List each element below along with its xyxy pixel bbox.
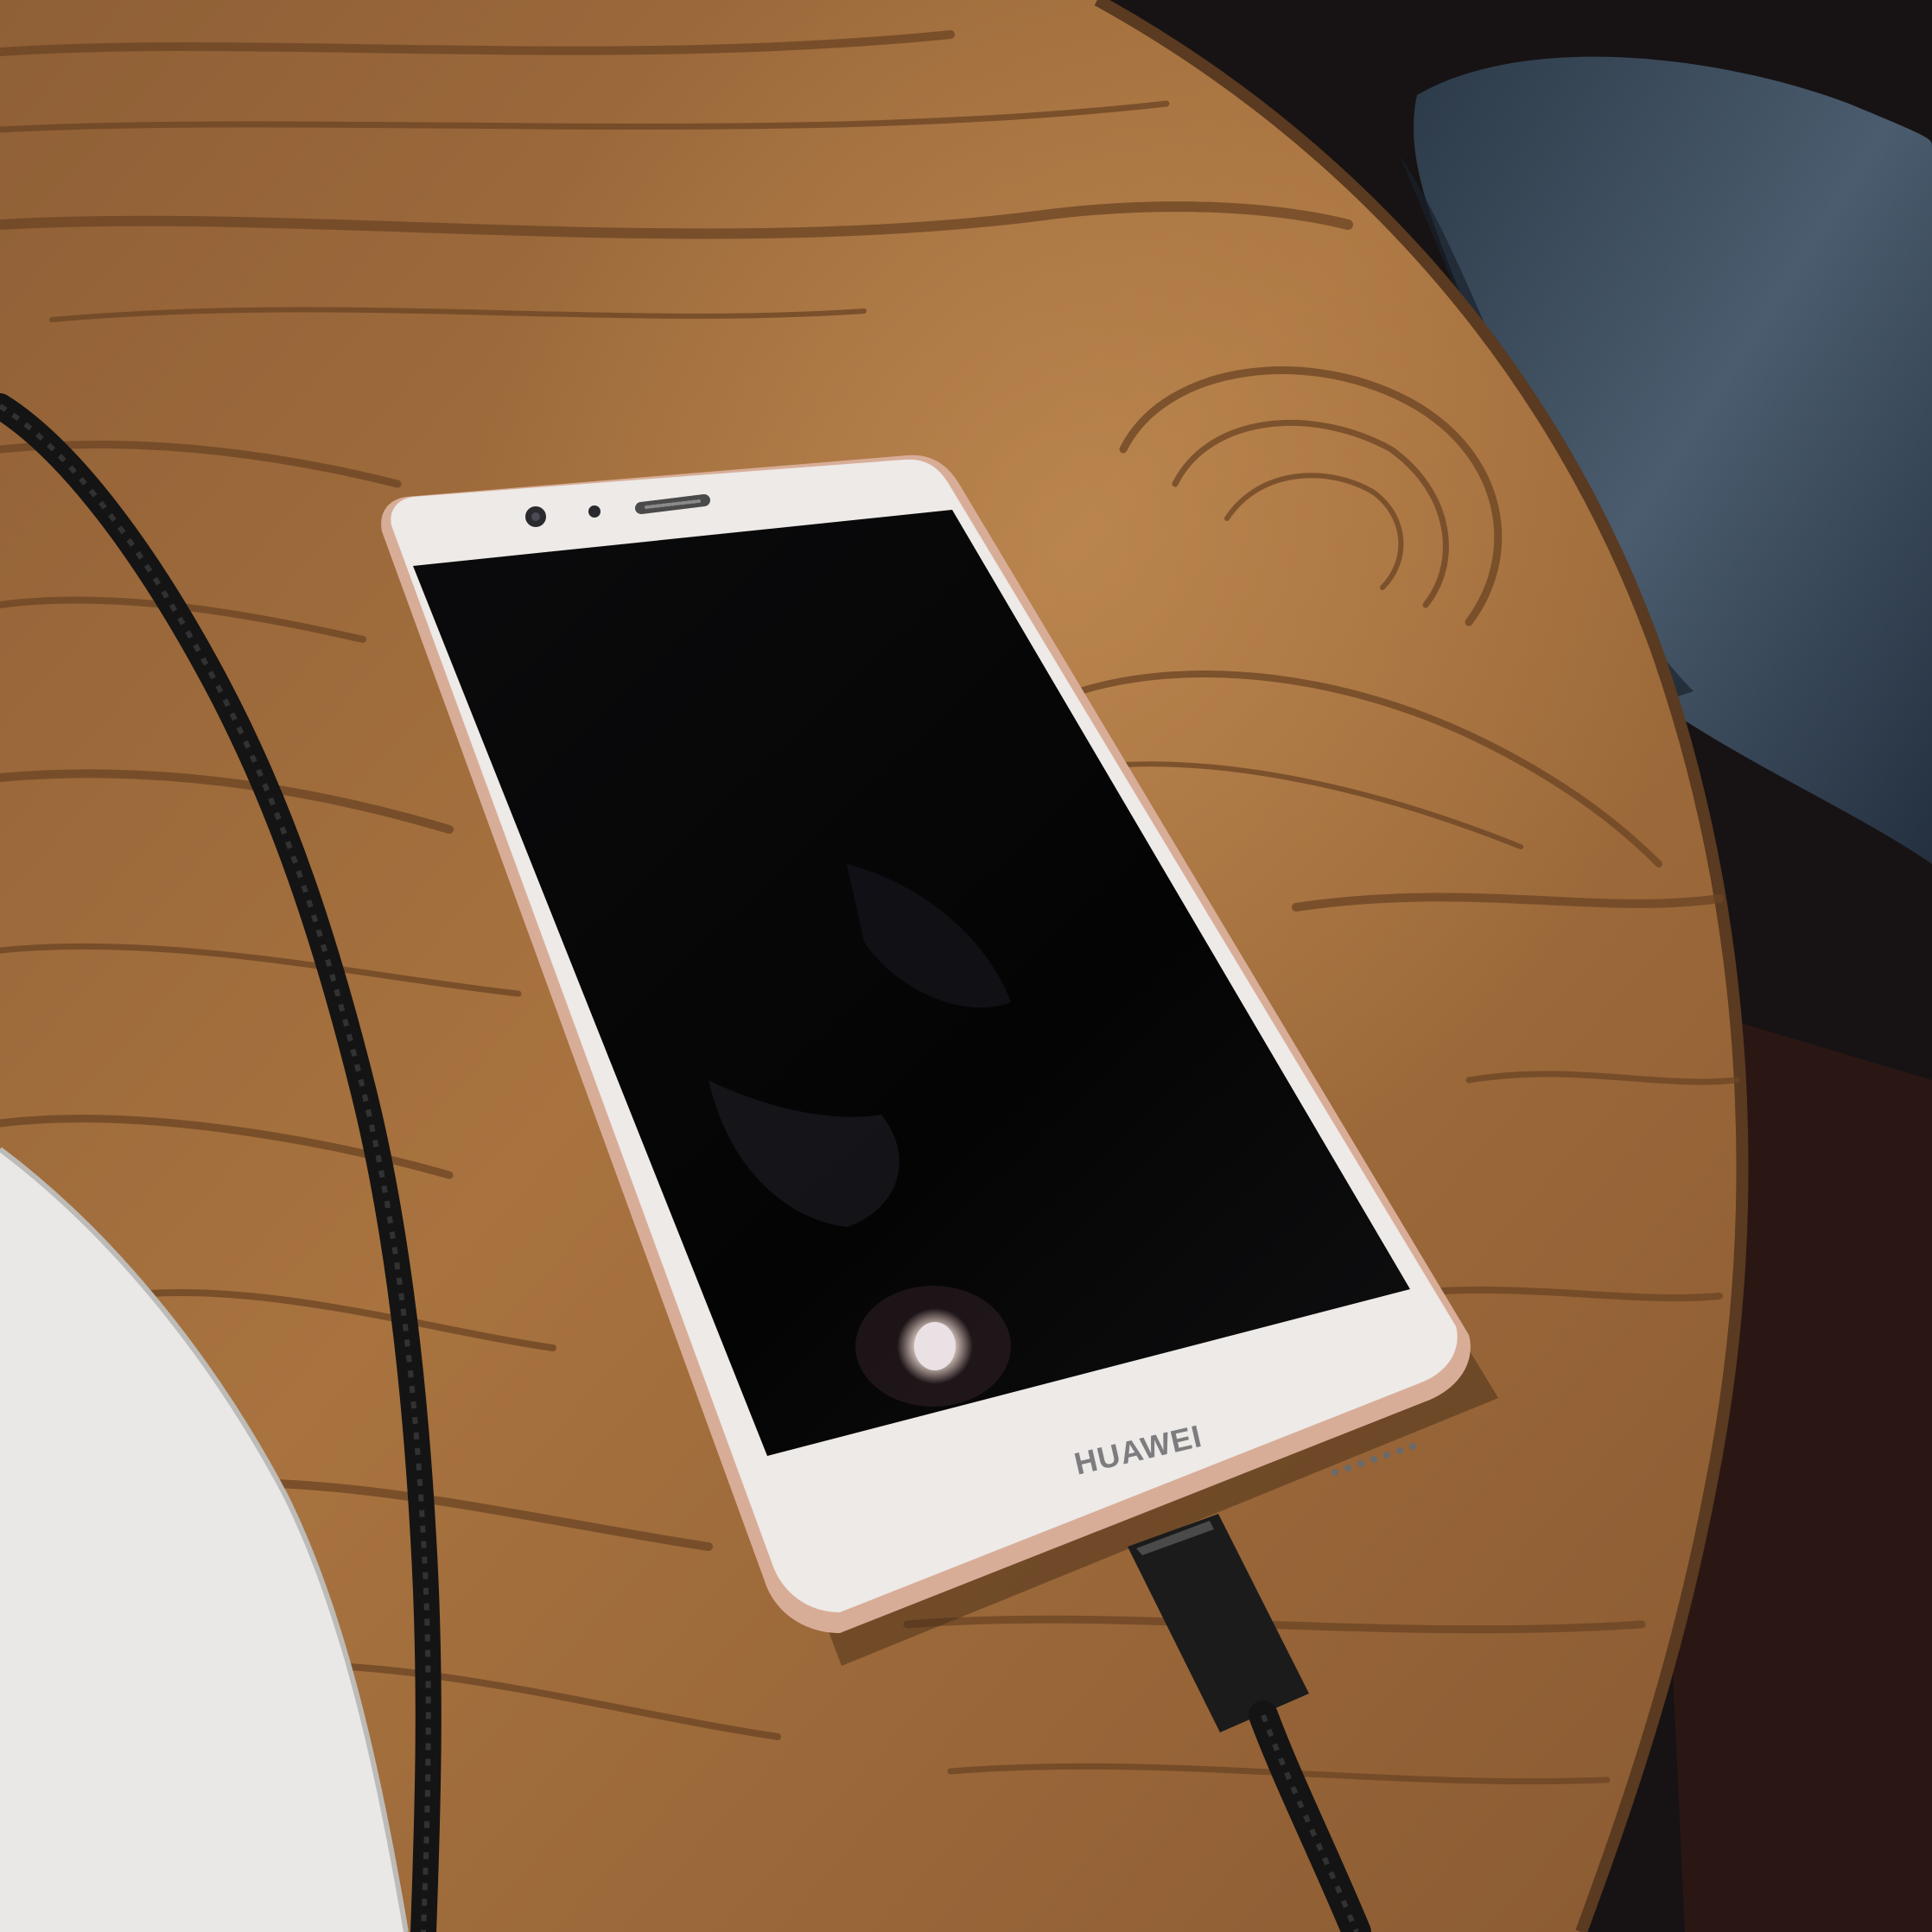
proximity-sensor — [588, 505, 601, 518]
screen-glare-halo — [855, 1286, 1011, 1407]
front-camera-lens — [531, 512, 540, 521]
photo-scene: HUAWEI — [0, 0, 1932, 1932]
